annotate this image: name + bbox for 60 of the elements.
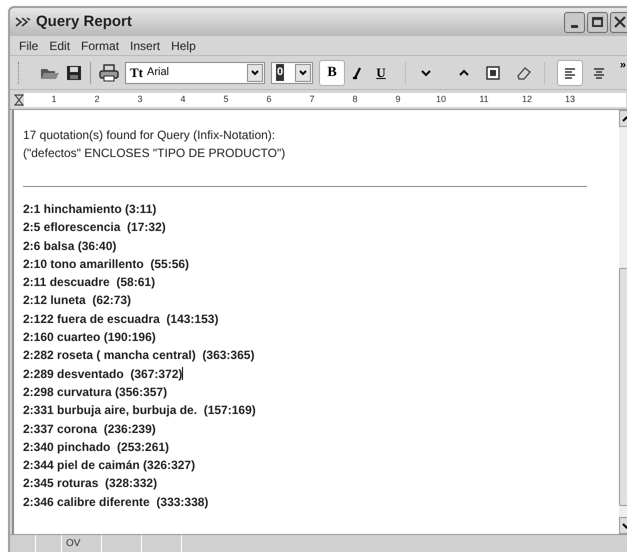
chevron-up-icon[interactable]	[458, 68, 470, 78]
window-title: Query Report	[36, 12, 132, 32]
menu-item[interactable]: Help	[171, 36, 196, 54]
align-left-button[interactable]	[557, 60, 583, 86]
size-value: 0	[276, 64, 284, 81]
ruler-number: 9	[394, 92, 402, 106]
menu-item[interactable]: Edit	[49, 36, 70, 54]
menu-item[interactable]: Insert	[130, 36, 160, 54]
ruler-number: 11	[478, 92, 490, 106]
quotation-line: 2:12 luneta (62:73)	[23, 292, 132, 310]
ruler-number: 8	[351, 92, 358, 106]
overflow-chevron[interactable]: »	[620, 57, 626, 74]
quotation-line: 2:10 tono amarillento (55:56)	[23, 256, 190, 273]
quotation-line: 2:298 curvatura (356:357)	[23, 384, 168, 401]
ruler-number: 12	[521, 92, 533, 106]
ruler-number: 7	[308, 92, 316, 106]
font-glyph: Tt	[130, 64, 143, 82]
ruler-number: 10	[435, 92, 447, 106]
eraser-icon[interactable]	[516, 66, 532, 80]
ruler-number: 1	[50, 92, 58, 106]
bold-button[interactable]: B	[319, 60, 345, 86]
status-mode: OV	[62, 535, 102, 552]
quotation-line: 2:345 roturas (328:332)	[23, 475, 158, 492]
font-name: Arial	[147, 65, 170, 80]
quotation-line: 2:6 balsa (36:40)	[23, 238, 116, 255]
quotation-line: 2:289 desventado (367:372)	[23, 366, 182, 383]
quotation-line: 2:1 hinchamiento (3:11)	[23, 201, 156, 218]
align-center-icon[interactable]	[593, 66, 605, 78]
ruler-number: 4	[179, 92, 186, 106]
quotation-line: 2:346 calibre diferente (333:338)	[23, 494, 208, 511]
ruler-number: 13	[564, 92, 576, 106]
quotation-line: 2:344 piel de caimán (326:327)	[23, 457, 196, 474]
save-icon[interactable]	[66, 64, 82, 80]
menu-item[interactable]: Format	[81, 36, 120, 54]
quotation-line: 2:122 fuera de escuadra (143:153)	[23, 310, 218, 328]
quotation-line: 2:160 cuarteo (190:196)	[23, 329, 156, 346]
ruler-number: 5	[222, 92, 230, 106]
chevron-down-icon[interactable]	[420, 68, 432, 78]
menu-item[interactable]: File	[19, 36, 38, 54]
font-dropdown[interactable]: Tt Arial	[125, 62, 265, 84]
quotation-line: 2:340 pinchado (253:261)	[23, 438, 170, 456]
quotation-line: 2:11 descuadre (58:61)	[23, 274, 156, 292]
printer-icon[interactable]	[99, 64, 119, 82]
app-icon	[14, 15, 32, 29]
minimize-button[interactable]	[564, 12, 585, 32]
summary-text: 17 quotation(s) found for Query (Infix-Notation):	[23, 127, 276, 144]
maximize-button[interactable]	[587, 12, 608, 32]
underline-button[interactable]: U	[371, 62, 391, 84]
frame-icon[interactable]	[486, 66, 500, 80]
quotation-line: 2:337 corona (236:239)	[23, 420, 156, 438]
size-dropdown[interactable]: 0	[271, 62, 313, 84]
ruler-number: 6	[265, 92, 272, 106]
quotation-line: 2:331 burbuja aire, burbuja de. (157:169)	[23, 402, 256, 420]
ruler-number: 2	[93, 92, 100, 106]
quotation-line: 2:282 roseta ( mancha central) (363:365)	[23, 347, 254, 364]
query-text: ("defectos" ENCLOSES "TIPO DE PRODUCTO")	[23, 145, 286, 162]
quotation-line: 2:5 eflorescencia (17:32)	[23, 219, 166, 236]
align-left-icon	[564, 66, 576, 78]
close-button[interactable]	[610, 12, 627, 32]
ruler-number: 3	[136, 92, 144, 106]
